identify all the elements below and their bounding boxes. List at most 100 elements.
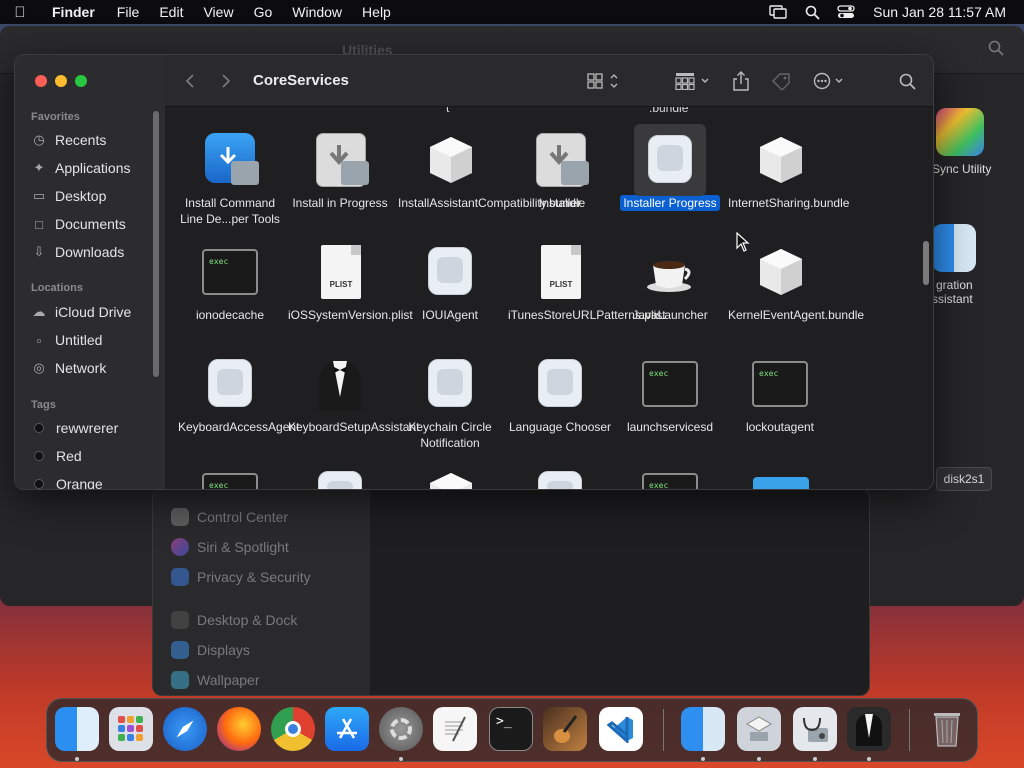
desktop-icon: ▭ <box>32 188 46 203</box>
window-controls <box>35 75 87 87</box>
launchpad-icon[interactable] <box>109 707 153 751</box>
menu-window[interactable]: Window <box>282 4 352 20</box>
sidebar-item-label: iCloud Drive <box>55 304 132 320</box>
safari-icon[interactable] <box>163 707 207 751</box>
system-settings-icon[interactable] <box>379 707 423 751</box>
spotlight-search-icon[interactable] <box>795 5 829 20</box>
sidebar-item-applications[interactable]: ✦ Applications <box>31 160 131 176</box>
disk-utility-icon[interactable] <box>793 707 837 751</box>
file-item-internetsharing-bundle[interactable]: InternetSharing.bundle <box>725 131 849 211</box>
zoom-button[interactable] <box>75 75 87 87</box>
share-button[interactable] <box>733 69 749 93</box>
content-scrollbar[interactable] <box>923 241 929 285</box>
menu-view[interactable]: View <box>193 4 243 20</box>
settings-item-privacy-security[interactable]: Privacy & Security <box>171 568 311 586</box>
file-item-keychain-circle-notification[interactable]: Keychain Circle Notification <box>395 355 505 451</box>
sync-utility-app[interactable]: Sync Utility <box>932 108 1024 176</box>
installer-icon <box>531 131 589 189</box>
sidebar-header-favorites: Favorites <box>31 111 80 123</box>
file-item-language-chooser[interactable]: Language Chooser <box>505 355 615 435</box>
file-item-label: Install in Progress <box>292 196 388 210</box>
migration-assistant-icon <box>932 224 976 272</box>
sidebar-item-label: Recents <box>55 132 107 148</box>
group-by-button[interactable] <box>675 69 713 93</box>
control-center-icon[interactable] <box>829 5 863 19</box>
sidebar-tag-red[interactable]: Red <box>31 448 82 464</box>
menu-app-finder[interactable]: Finder <box>40 4 107 20</box>
minimize-button[interactable] <box>55 75 67 87</box>
view-mode-button[interactable] <box>587 69 621 93</box>
finder-sidebar: Favorites ◷ Recents ✦ Applications ▭ Des… <box>15 55 165 489</box>
file-item-keyboardsetupassistant[interactable]: KeyboardSetupAssistant <box>285 355 419 435</box>
sidebar-item-downloads[interactable]: ⇩ Downloads <box>31 244 125 260</box>
more-actions-button[interactable] <box>813 69 849 93</box>
file-item-iouiagent[interactable]: IOUIAgent <box>395 243 505 323</box>
file-item-partial[interactable] <box>725 467 835 489</box>
file-item-label: KernelEventAgent.bundle <box>728 308 865 322</box>
file-item-launchservicesd[interactable]: exec launchservicesd <box>615 355 725 435</box>
vscode-icon[interactable] <box>599 707 643 751</box>
file-item-iossystemversion-plist[interactable]: PLIST iOSSystemVersion.plist <box>285 243 413 323</box>
menu-edit[interactable]: Edit <box>149 4 193 20</box>
sidebar-item-untitled[interactable]: ▫ Untitled <box>31 332 103 348</box>
search-button[interactable] <box>899 69 916 93</box>
screen-mirroring-icon[interactable] <box>761 5 795 19</box>
apple-menu-icon[interactable]:  <box>0 4 40 21</box>
textedit-icon[interactable] <box>433 707 477 751</box>
settings-item-wallpaper[interactable]: Wallpaper <box>171 671 260 689</box>
boot-camp-icon[interactable] <box>737 707 781 751</box>
file-item-javalauncher[interactable]: JavaLauncher <box>615 243 725 323</box>
file-item-install-in-progress[interactable]: Install in Progress <box>285 131 395 211</box>
sidebar-tag-rewwrerer[interactable]: rewwrerer <box>31 420 118 436</box>
file-item-install-command-line-tools[interactable]: Install Command Line De...per Tools <box>175 131 285 227</box>
file-item-itunesstoreurlpatterns-plist[interactable]: PLIST iTunesStoreURLPatterns.plist <box>505 243 666 323</box>
disk-label[interactable]: disk2s1 <box>936 467 992 491</box>
tag-button[interactable] <box>771 69 791 93</box>
chrome-icon[interactable] <box>271 707 315 751</box>
file-item-partial[interactable] <box>505 467 615 489</box>
file-item-ionodecache[interactable]: exec ionodecache <box>175 243 285 323</box>
file-item-installer[interactable]: Installer <box>505 131 615 211</box>
settings-item-displays[interactable]: Displays <box>171 641 250 659</box>
generic-app-icon <box>634 124 706 196</box>
coffee-cup-icon <box>641 243 699 301</box>
file-item-partial[interactable]: exec <box>615 467 725 489</box>
keyboard-setup-icon[interactable] <box>847 707 891 751</box>
wallpaper-icon <box>171 671 189 689</box>
file-item-kerneleventagent-bundle[interactable]: KernelEventAgent.bundle <box>725 243 864 323</box>
back-button[interactable] <box>185 69 195 93</box>
sidebar-item-documents[interactable]: □ Documents <box>31 216 126 232</box>
file-item-partial[interactable]: exec <box>175 467 285 489</box>
sidebar-item-desktop[interactable]: ▭ Desktop <box>31 188 107 204</box>
file-item-installer-progress[interactable]: Installer Progress <box>615 124 725 211</box>
settings-item-siri-spotlight[interactable]: Siri & Spotlight <box>171 538 289 556</box>
migration-assistant-app[interactable]: gration ssistant <box>932 224 1024 306</box>
menu-file[interactable]: File <box>107 4 150 20</box>
garageband-icon[interactable] <box>543 707 587 751</box>
sidebar-item-network[interactable]: ◎ Network <box>31 360 106 376</box>
sidebar-item-recents[interactable]: ◷ Recents <box>31 132 106 148</box>
forward-button[interactable] <box>221 69 231 93</box>
file-item-installassistantcompatibility-bundle[interactable]: InstallAssistantCompatibility.bundle <box>395 131 585 211</box>
sidebar-item-icloud-drive[interactable]: ☁ iCloud Drive <box>31 304 132 320</box>
file-item-keyboardaccessagent[interactable]: KeyboardAccessAgent <box>175 355 299 435</box>
trash-icon[interactable] <box>925 707 969 751</box>
app-store-icon[interactable] <box>325 707 369 751</box>
migration-assistant-icon[interactable] <box>681 707 725 751</box>
file-item-partial[interactable] <box>285 467 395 489</box>
menu-bar-clock[interactable]: Sun Jan 28 11:57 AM <box>863 4 1024 20</box>
document-icon: □ <box>35 216 43 232</box>
settings-item-control-center[interactable]: Control Center <box>171 508 288 526</box>
sidebar-scrollbar[interactable] <box>153 111 159 377</box>
close-button[interactable] <box>35 75 47 87</box>
settings-item-desktop-dock[interactable]: Desktop & Dock <box>171 611 297 629</box>
file-item-lockoutagent[interactable]: exec lockoutagent <box>725 355 835 435</box>
terminal-icon[interactable]: >_ <box>489 707 533 751</box>
menu-go[interactable]: Go <box>244 4 283 20</box>
file-item-partial[interactable] <box>395 467 505 489</box>
disk-icon: ▫ <box>36 332 42 348</box>
firefox-icon[interactable] <box>217 707 261 751</box>
finder-icon[interactable] <box>55 707 99 751</box>
menu-help[interactable]: Help <box>352 4 401 20</box>
sidebar-tag-orange[interactable]: Orange <box>31 476 103 489</box>
